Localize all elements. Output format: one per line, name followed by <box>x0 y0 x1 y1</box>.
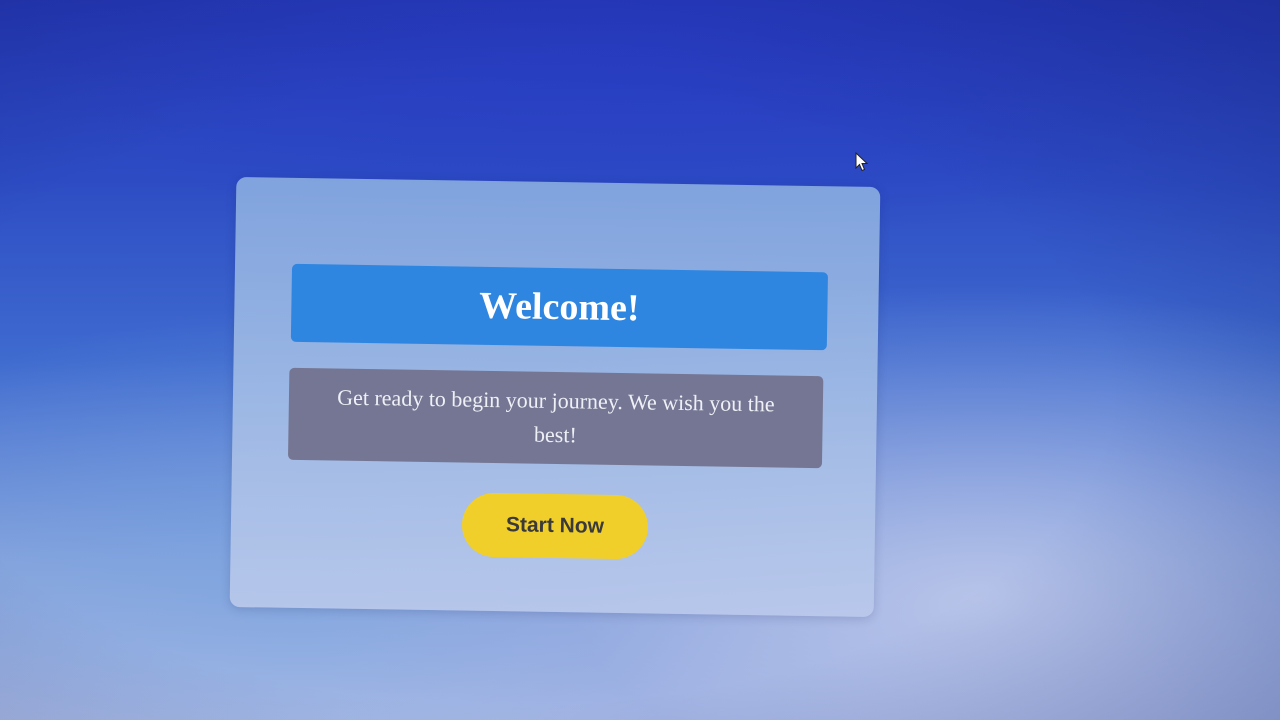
welcome-card: Welcome! Get ready to begin your journey… <box>229 176 881 618</box>
mouse-pointer-icon <box>855 152 869 172</box>
desktop-screen: { "dialog": { "title": "Welcome!", "mess… <box>0 0 1280 720</box>
start-now-button[interactable]: Start Now <box>461 492 649 560</box>
welcome-title-bar: Welcome! <box>290 263 828 351</box>
welcome-message-box: Get ready to begin your journey. We wish… <box>287 367 824 469</box>
welcome-title: Welcome! <box>478 284 640 330</box>
welcome-message: Get ready to begin your journey. We wish… <box>337 384 775 448</box>
